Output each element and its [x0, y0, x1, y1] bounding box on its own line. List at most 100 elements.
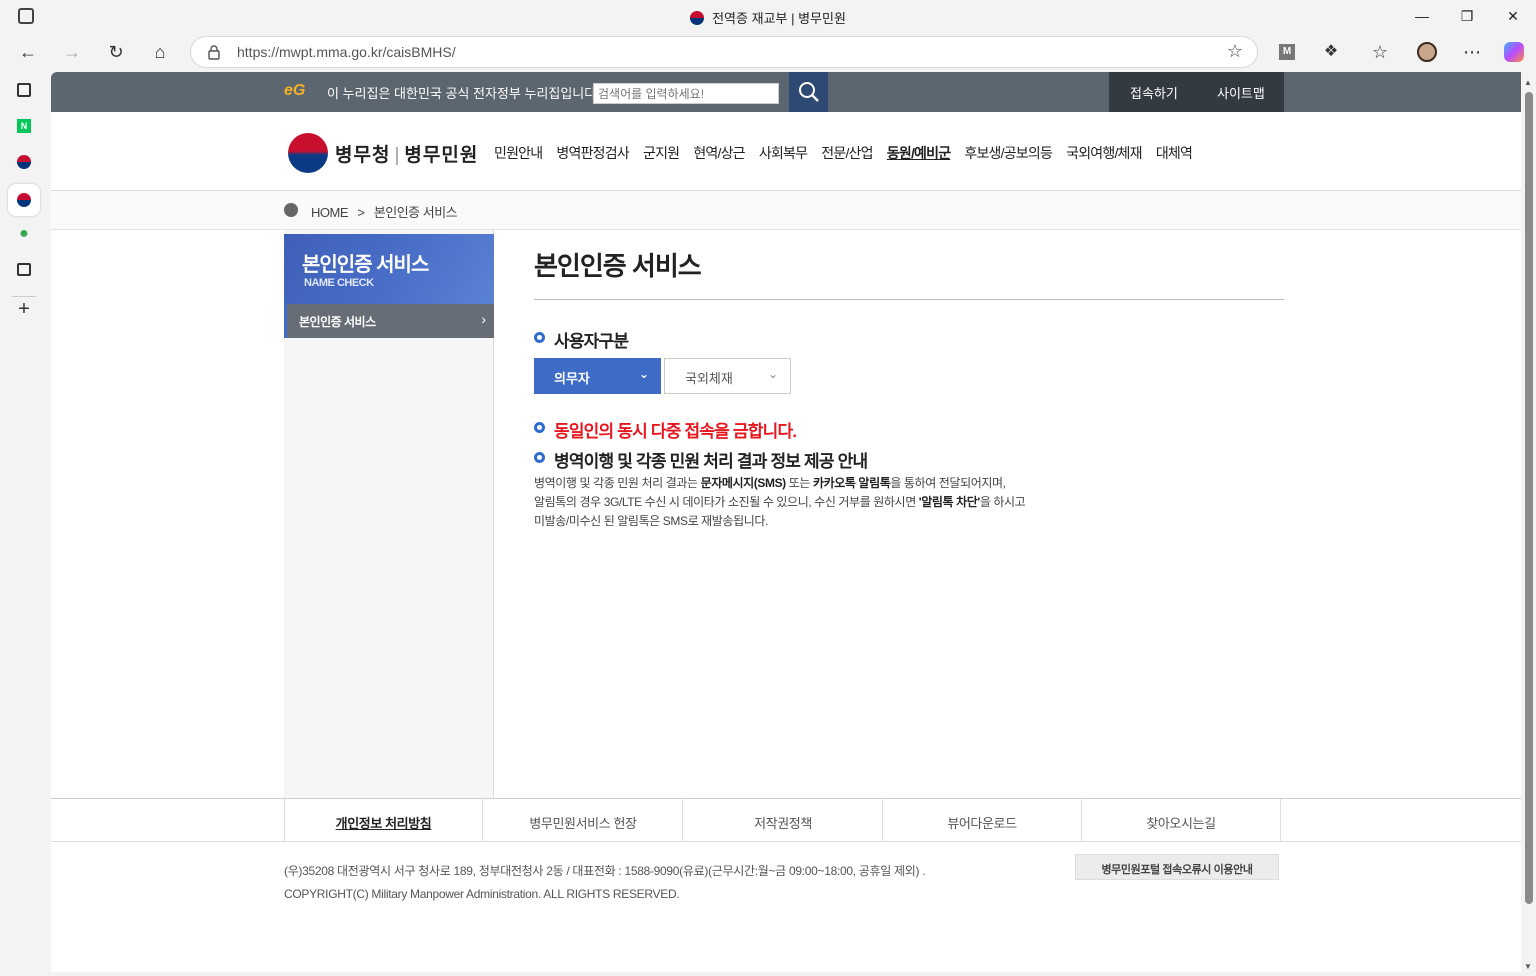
desc-text: 알림톡의 경우 3G/LTE 수신 시 데이타가 소진될 수 있으니, 수신 거…: [534, 495, 919, 509]
page-viewport: eG 이 누리집은 대한민국 공식 전자정부 누리집입니다. 접속하기 사이트맵…: [51, 72, 1521, 972]
mma-site-icon[interactable]: [12, 150, 36, 174]
main-navigation: 민원안내 병역판정검사 군지원 현역/상근 사회복무 전문/산업 동원/예비군 …: [494, 143, 1203, 163]
naver-icon[interactable]: N: [12, 114, 36, 138]
search-icon: [799, 82, 819, 102]
browser-toolbar: ← → ↻ ⌂ https://mwpt.mma.go.kr/caisBMHS/…: [0, 32, 1536, 72]
gnb-item-active[interactable]: 현역/상근: [693, 145, 745, 161]
residence-select[interactable]: 국외체재 ⌄: [664, 358, 791, 394]
site-header: 병무청 | 병무민원 민원안내 병역판정검사 군지원 현역/상근 사회복무 전문/산…: [51, 112, 1521, 191]
scrollbar-thumb[interactable]: [1525, 92, 1533, 904]
breadcrumb: HOME > 본인인증 서비스: [51, 191, 1521, 230]
gnb-item-overseas[interactable]: 국외여행/체재: [1066, 145, 1142, 161]
user-type-heading: 사용자구분: [554, 332, 629, 351]
breadcrumb-home[interactable]: HOME: [311, 205, 349, 220]
extension-m-icon[interactable]: M: [1279, 44, 1295, 60]
logo-sub: 병무민원: [404, 145, 479, 166]
gov-notice-text: 이 누리집은 대한민국 공식 전자정부 누리집입니다.: [327, 86, 600, 101]
footer-address: (우)35208 대전광역시 서구 청사로 189, 정부대전청사 2동 / 대…: [284, 864, 926, 878]
desc-strong-kakao: 카카오톡 알림톡: [812, 476, 891, 490]
search-input[interactable]: [593, 83, 779, 104]
profile-avatar[interactable]: [1417, 42, 1437, 62]
footer-link-privacy[interactable]: 개인정보 처리방침: [284, 799, 483, 842]
favorite-star-icon[interactable]: ☆: [1227, 41, 1243, 62]
footer-links: 개인정보 처리방침 병무민원서비스 헌장 저작권정책 뷰어다운로드 찾아오시는길: [51, 798, 1521, 842]
calendar-app-icon[interactable]: [12, 258, 36, 282]
breadcrumb-trail: HOME > 본인인증 서비스: [311, 202, 458, 221]
add-plus-icon[interactable]: +: [12, 297, 36, 321]
chevron-right-icon: ›: [481, 311, 486, 327]
user-type-value: 의무자: [554, 371, 590, 386]
chevron-down-icon: ⌄: [767, 367, 778, 381]
desc-text: 을 하시고: [979, 495, 1026, 509]
breadcrumb-sep: >: [357, 205, 365, 220]
gnb-item-enlist[interactable]: 군지원: [643, 145, 680, 161]
more-options-icon[interactable]: ⋯: [1458, 38, 1486, 66]
lock-icon: [208, 45, 220, 60]
search-button[interactable]: [789, 72, 828, 112]
page-title: 본인인증 서비스: [534, 251, 702, 281]
footer-copyright: COPYRIGHT(C) Military Manpower Administr…: [284, 887, 680, 901]
desc-line-1: 병역이행 및 각종 민원 처리 결과는 문자메시지(SMS) 또는 카카오톡 알…: [534, 474, 1094, 493]
home-icon[interactable]: ⌂: [146, 38, 174, 66]
gnb-item-exam[interactable]: 병역판정검사: [556, 145, 629, 161]
window-titlebar: 전역증 재교부 | 병무민원 — ❐ ✕: [0, 0, 1536, 32]
favorites-icon[interactable]: ☆: [1366, 38, 1394, 66]
info-heading: 병역이행 및 각종 민원 처리 결과 정보 제공 안내: [554, 452, 868, 471]
restore-button[interactable]: ❐: [1457, 6, 1477, 26]
gov-notice-bar: eG 이 누리집은 대한민국 공식 전자정부 누리집입니다. 접속하기 사이트맵: [51, 72, 1521, 112]
extensions-puzzle-icon[interactable]: ❖: [1317, 38, 1345, 66]
bullet-icon: [534, 452, 545, 463]
login-link[interactable]: 접속하기: [1130, 83, 1178, 102]
left-nav-title: 본인인증 서비스: [302, 254, 429, 276]
close-window-button[interactable]: ✕: [1503, 6, 1523, 26]
address-bar[interactable]: https://mwpt.mma.go.kr/caisBMHS/ ☆: [190, 36, 1258, 68]
desc-text: 을 통하여 전달되어지며,: [890, 476, 1006, 490]
info-description: 병역이행 및 각종 민원 처리 결과는 문자메시지(SMS) 또는 카카오톡 알…: [534, 474, 1094, 531]
desc-line-2: 알림톡의 경우 3G/LTE 수신 시 데이타가 소진될 수 있으니, 수신 거…: [534, 493, 1094, 512]
desc-strong-block: '알림톡 차단': [918, 495, 980, 509]
gnb-item-civil[interactable]: 민원안내: [494, 145, 543, 161]
gnb-item-alternative[interactable]: 대체역: [1156, 145, 1193, 161]
footer-link-directions[interactable]: 찾아오시는길: [1082, 799, 1281, 842]
desc-text: 또는: [785, 476, 813, 490]
gnb-item-social[interactable]: 사회복무: [759, 145, 808, 161]
chevron-down-icon: ⌄: [638, 367, 649, 381]
title-divider: [534, 299, 1284, 300]
forward-arrow-icon[interactable]: →: [58, 38, 86, 66]
bullet-icon: [534, 332, 545, 343]
page-scrollbar[interactable]: ▲ ▼: [1521, 72, 1536, 976]
user-type-select[interactable]: 의무자 ⌄: [534, 358, 661, 394]
site-favicon-icon: [690, 11, 705, 25]
mma-emblem-logo[interactable]: [288, 133, 328, 173]
copilot-icon[interactable]: [1504, 42, 1524, 62]
footer-link-viewer[interactable]: 뷰어다운로드: [883, 799, 1082, 842]
back-arrow-icon[interactable]: ←: [14, 38, 42, 66]
sitemap-link[interactable]: 사이트맵: [1217, 83, 1265, 102]
tab-panel-icon[interactable]: [12, 78, 36, 102]
browser-sidebar: N ● +: [0, 72, 48, 976]
footer-link-copyright[interactable]: 저작권정책: [684, 799, 883, 842]
scroll-down-icon[interactable]: ▼: [1524, 962, 1532, 971]
minimize-button[interactable]: —: [1412, 6, 1432, 26]
left-nav-subtitle: NAME CHECK: [304, 277, 374, 289]
logo-divider: |: [394, 145, 401, 166]
site-logo-text[interactable]: 병무청 | 병무민원: [335, 140, 478, 167]
gnb-item-reserve[interactable]: 동원/예비군: [887, 145, 951, 161]
left-nav-item-namecheck[interactable]: 본인인증 서비스 ›: [284, 304, 494, 338]
egov-logo: eG: [284, 82, 306, 99]
maps-pin-icon[interactable]: ●: [12, 222, 36, 246]
connection-error-help-button[interactable]: 병무민원포털 접속오류시 이용안내: [1075, 854, 1279, 880]
scroll-up-icon[interactable]: ▲: [1524, 78, 1532, 87]
gnb-item-candidate[interactable]: 후보생/공보의등: [964, 145, 1052, 161]
multi-login-warning: 동일인의 동시 다중 접속을 금합니다.: [554, 422, 797, 441]
window-title: 전역증 재교부 | 병무민원: [712, 11, 846, 26]
mma-site-active-icon[interactable]: [8, 184, 40, 216]
desc-strong-sms: 문자메시지(SMS): [700, 476, 787, 490]
footer-info: (우)35208 대전광역시 서구 청사로 189, 정부대전청사 2동 / 대…: [284, 860, 926, 906]
left-nav: 본인인증 서비스 NAME CHECK 본인인증 서비스 ›: [284, 230, 494, 798]
refresh-icon[interactable]: ↻: [102, 38, 130, 66]
url-text[interactable]: https://mwpt.mma.go.kr/caisBMHS/: [237, 44, 456, 60]
gnb-item-industry[interactable]: 전문/산업: [821, 145, 873, 161]
footer-link-charter[interactable]: 병무민원서비스 헌장: [484, 799, 683, 842]
home-icon[interactable]: [284, 203, 298, 217]
